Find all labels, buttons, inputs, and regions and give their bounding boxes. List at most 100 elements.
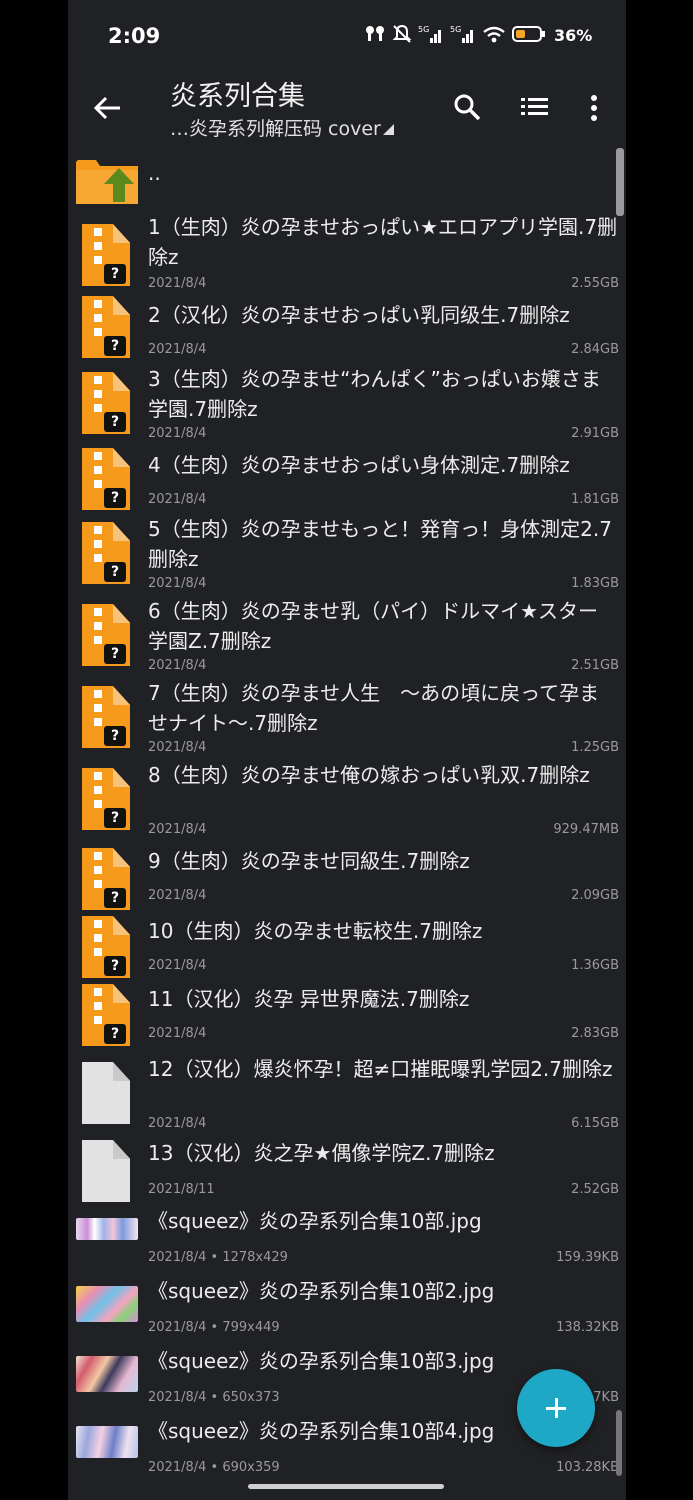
file-row[interactable]: 《squeez》炎の孕系列合集10部.jpg 2021/8/4 • 1278x4… [68,1204,626,1274]
zip-file-icon: ? [82,522,130,584]
wifi-icon [482,24,506,47]
file-date: 2021/8/4 [148,492,207,507]
file-date: 2021/8/4 [148,958,207,973]
search-icon [454,94,481,121]
file-size: 2.91GB [571,426,619,441]
file-size: 929.47MB [553,822,619,837]
image-dimensions: 650x373 [222,1390,280,1405]
dropdown-corner-icon [382,124,394,135]
signal-icon-2: 5G [450,24,476,47]
file-date: 2021/8/4 [148,1250,207,1265]
zip-file-icon: ? [82,224,130,286]
svg-text:5G: 5G [450,25,461,34]
file-row[interactable]: ? 2（汉化）炎の孕ませおっぱい乳同级生.7删除z 2021/8/4 2.84G… [68,292,626,360]
file-size: 2.83GB [571,1026,619,1041]
file-row[interactable]: ? 5（生肉）炎の孕ませもっと！発育っ！身体測定2.7删除z 2021/8/4 … [68,512,626,596]
search-button[interactable] [452,92,482,122]
image-dimensions: 799x449 [222,1320,280,1335]
file-row[interactable]: ? 8（生肉）炎の孕ませ俺の嫁おっぱい乳双.7删除z 2021/8/4 929.… [68,760,626,842]
file-row[interactable]: ? 7（生肉）炎の孕ませ人生 ～あの頃に戻って孕ませナイト～.7删除z 2021… [68,678,626,760]
file-date: 2021/8/4 [148,1026,207,1041]
file-date: 2021/8/4 [148,342,207,357]
file-row[interactable]: ? 10（生肉）炎の孕ませ転校生.7删除z 2021/8/4 1.36GB [68,912,626,980]
file-size: 1.81GB [571,492,619,507]
file-meta: 2021/8/4 • 650x373 [148,1390,280,1405]
folder-up-icon [76,160,138,204]
file-name: 13（汉化）炎之孕★偶像学院Z.7删除z [148,1141,495,1165]
home-indicator[interactable] [248,1484,444,1489]
file-row[interactable]: 12（汉化）爆炎怀孕！超≠口摧眠曝乳学园2.7删除z 2021/8/4 6.15… [68,1050,626,1136]
file-date: 2021/8/4 [148,426,207,441]
app-toolbar: 炎系列合集 …炎孕系列解压码 cover [68,70,626,146]
file-date: 2021/8/4 [148,1460,207,1475]
file-name: 7（生肉）炎の孕ませ人生 ～あの頃に戻って孕ませナイト～.7删除z [148,681,600,735]
file-size: 2.52GB [571,1182,619,1197]
file-name: 2（汉化）炎の孕ませおっぱい乳同级生.7删除z [148,303,570,327]
zip-file-icon: ? [82,448,130,510]
file-size: 2.84GB [571,342,619,357]
file-name: 9（生肉）炎の孕ませ同級生.7删除z [148,849,470,873]
more-options-button[interactable] [584,92,604,124]
list-view-button[interactable] [520,94,550,120]
file-name: 8（生肉）炎の孕ませ俺の嫁おっぱい乳双.7删除z [148,763,590,787]
signal-icon-1: 5G [418,24,444,47]
file-row[interactable]: ? 1（生肉）炎の孕ませおっぱい★エロアプリ学園.7删除z 2021/8/4 2… [68,212,626,292]
file-size: 1.25GB [571,740,619,755]
status-time: 2:09 [108,24,161,48]
file-size: 1.83GB [571,576,619,591]
scrollbar-thumb[interactable] [616,148,624,216]
file-name: 1（生肉）炎の孕ませおっぱい★エロアプリ学園.7删除z [148,215,618,269]
file-meta: 2021/8/4 • 690x359 [148,1460,280,1475]
file-manager-screen: 2:09 5G 5G 36% 炎系列合集 …炎孕系列解压码 cover .. ?… [68,0,626,1500]
file-size: 7KB [593,1390,619,1405]
file-size: 1.36GB [571,958,619,973]
file-icon [82,1062,130,1124]
zip-file-icon: ? [82,604,130,666]
file-size: 2.09GB [571,888,619,903]
status-bar: 2:09 5G 5G 36% [68,0,626,70]
file-row[interactable]: ? 9（生肉）炎の孕ませ同級生.7删除z 2021/8/4 2.09GB [68,842,626,912]
add-fab-button[interactable] [517,1369,595,1447]
back-button[interactable] [90,90,126,126]
scrollbar-thumb-bottom[interactable] [616,1410,622,1476]
file-name: 《squeez》炎の孕系列合集10部2.jpg [148,1279,495,1303]
file-name: 6（生肉）炎の孕ませ乳（パイ）ドルマイ★スター学園Z.7删除z [148,599,599,653]
battery-icon [512,25,546,46]
file-row[interactable]: ? 6（生肉）炎の孕ませ乳（パイ）ドルマイ★スター学園Z.7删除z 2021/8… [68,596,626,678]
file-list: .. ? 1（生肉）炎の孕ませおっぱい★エロアプリ学園.7删除z 2021/8/… [68,146,626,1484]
file-date: 2021/8/4 [148,822,207,837]
file-meta: 2021/8/4 • 1278x429 [148,1250,288,1265]
zip-file-icon: ? [82,848,130,910]
earbuds-icon [364,24,386,47]
file-size: 103.28KB [556,1460,619,1475]
image-dimensions: 1278x429 [222,1250,288,1265]
file-date: 2021/8/4 [148,1390,207,1405]
file-icon [82,1140,130,1202]
battery-percent: 36% [554,26,593,45]
file-name: 10（生肉）炎の孕ませ転校生.7删除z [148,919,483,943]
file-size: 159.39KB [556,1250,619,1265]
file-row[interactable]: 13（汉化）炎之孕★偶像学院Z.7删除z 2021/8/11 2.52GB [68,1136,626,1204]
zip-file-icon: ? [82,296,130,358]
path-breadcrumb[interactable]: …炎孕系列解压码 cover [170,114,394,141]
svg-text:5G: 5G [418,25,429,34]
file-date: 2021/8/4 [148,276,207,291]
file-row[interactable]: ? 3（生肉）炎の孕ませ“わんぱく”おっぱいお嬢さま学園.7删除z 2021/8… [68,360,626,444]
file-date: 2021/8/4 [148,740,207,755]
file-size: 2.55GB [571,276,619,291]
file-size: 6.15GB [571,1116,619,1131]
file-row[interactable]: ? 4（生肉）炎の孕ませおっぱい身体測定.7删除z 2021/8/4 1.81G… [68,444,626,512]
file-name: 12（汉化）爆炎怀孕！超≠口摧眠曝乳学园2.7删除z [148,1057,613,1081]
navigation-bar [68,1476,626,1500]
image-dimensions: 690x359 [222,1460,280,1475]
file-meta: 2021/8/4 • 799x449 [148,1320,280,1335]
status-icons: 5G 5G 36% [364,24,592,47]
image-thumbnail [76,1426,138,1458]
file-row[interactable]: ? 11（汉化）炎孕 异世界魔法.7删除z 2021/8/4 2.83GB [68,980,626,1050]
file-row[interactable]: 《squeez》炎の孕系列合集10部2.jpg 2021/8/4 • 799x4… [68,1274,626,1344]
file-date: 2021/8/4 [148,1116,207,1131]
parent-folder-row[interactable]: .. [68,146,626,212]
zip-file-icon: ? [82,372,130,434]
more-vert-icon [591,95,597,121]
file-name: 3（生肉）炎の孕ませ“わんぱく”おっぱいお嬢さま学園.7删除z [148,367,601,421]
